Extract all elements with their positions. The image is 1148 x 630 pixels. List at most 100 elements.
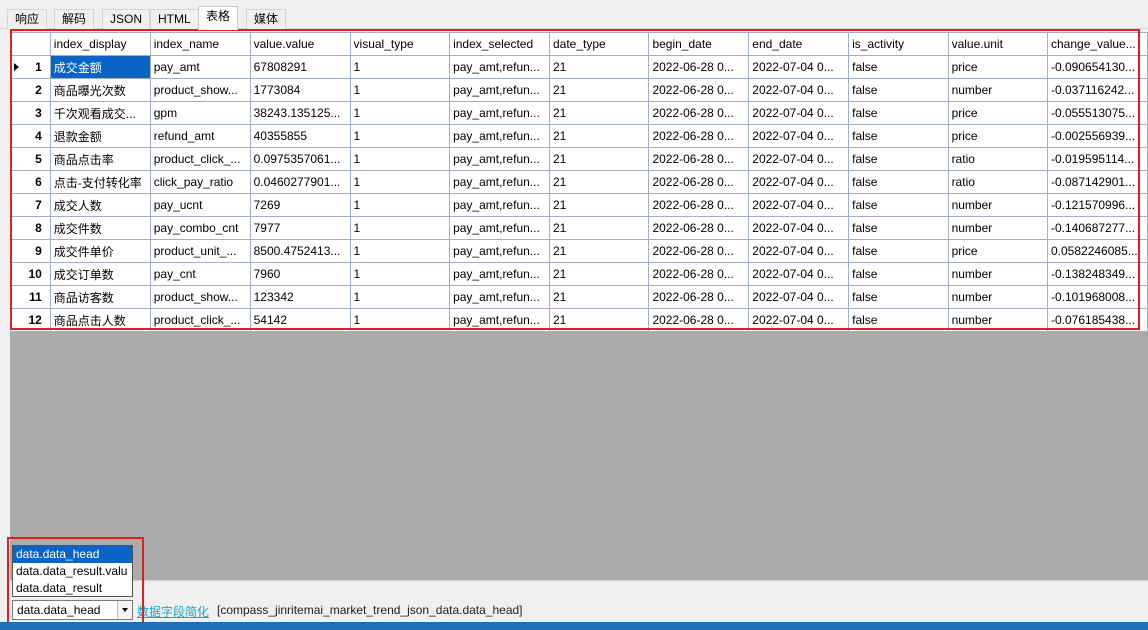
table-cell[interactable]: 2022-06-28 0... (648, 78, 750, 102)
table-cell[interactable]: click_pay_ratio (149, 170, 251, 194)
table-cell[interactable]: false (848, 308, 949, 332)
table-cell[interactable]: 千次观看成交... (49, 101, 151, 125)
table-cell[interactable]: false (848, 262, 949, 286)
table-cell[interactable]: 2022-07-04 0... (748, 78, 850, 102)
table-cell[interactable]: 0.0582246085... (1047, 239, 1148, 263)
table-cell[interactable]: false (848, 147, 949, 171)
table-cell[interactable]: pay_amt,refun... (449, 101, 550, 125)
column-header[interactable]: change_value... (1047, 32, 1148, 56)
dropdown-option[interactable]: data.data_result.valu (13, 563, 132, 580)
table-cell[interactable]: 2022-06-28 0... (648, 239, 750, 263)
row-header[interactable]: 3 (10, 101, 51, 125)
row-header[interactable]: 6 (10, 170, 51, 194)
table-row[interactable]: 6 点击-支付转化率 click_pay_ratio 0.0460277901... 1… (10, 170, 1148, 194)
table-cell[interactable]: 2022-06-28 0... (648, 285, 750, 309)
column-header[interactable]: visual_type (349, 32, 451, 56)
table-cell[interactable]: 2022-07-04 0... (748, 262, 850, 286)
table-cell[interactable]: 8500.4752413... (249, 239, 351, 263)
row-header[interactable]: 12 (10, 308, 51, 332)
table-cell[interactable]: -0.002556939... (1047, 124, 1148, 148)
table-row[interactable]: 9 成交件单价 product_unit_... 8500.4752413... 1 pa… (10, 239, 1148, 263)
table-cell[interactable]: 商品点击人数 (49, 308, 151, 332)
table-cell[interactable]: ratio (947, 147, 1049, 171)
table-cell[interactable]: -0.121570996... (1047, 193, 1148, 217)
tab-response[interactable]: 响应 (7, 9, 48, 29)
table-cell[interactable]: 1 (349, 55, 451, 79)
table-cell[interactable]: 7977 (249, 216, 351, 240)
table-cell[interactable]: product_show... (149, 285, 251, 309)
table-cell[interactable]: ratio (947, 170, 1049, 194)
table-cell[interactable]: number (947, 285, 1049, 309)
dropdown-option[interactable]: data.data_head (13, 546, 132, 563)
data-path-dropdown[interactable]: data.data_head data.data_result.valu dat… (12, 545, 133, 597)
table-cell[interactable]: false (848, 55, 949, 79)
table-cell[interactable]: 21 (548, 285, 650, 309)
column-header[interactable]: index_selected (449, 32, 550, 56)
table-cell[interactable]: 2022-06-28 0... (648, 101, 750, 125)
column-header[interactable]: index_display (49, 32, 151, 56)
table-row[interactable]: 1 成交金额 pay_amt 67808291 1 pay_amt,refun... 21 2… (10, 55, 1148, 79)
table-cell[interactable]: false (848, 170, 949, 194)
table-cell[interactable]: 1 (349, 170, 451, 194)
table-cell[interactable]: 21 (548, 147, 650, 171)
table-cell[interactable]: 2022-06-28 0... (648, 216, 750, 240)
column-header[interactable]: value.value (249, 32, 351, 56)
table-cell[interactable]: 1 (349, 216, 451, 240)
table-cell[interactable]: false (848, 124, 949, 148)
column-header[interactable]: end_date (748, 32, 850, 56)
row-header[interactable]: 7 (10, 193, 51, 217)
table-cell[interactable]: false (848, 285, 949, 309)
row-header[interactable]: 5 (10, 147, 51, 171)
table-cell[interactable]: 2022-07-04 0... (748, 170, 850, 194)
data-path-select-button[interactable] (117, 601, 132, 619)
data-grid[interactable]: index_display index_name value.value visual… (10, 32, 1148, 332)
table-row[interactable]: 10 成交订单数 pay_cnt 7960 1 pay_amt,refun... 21 202… (10, 262, 1148, 286)
table-cell[interactable]: pay_amt,refun... (449, 285, 550, 309)
table-cell[interactable]: 54142 (249, 308, 351, 332)
table-cell[interactable]: 1 (349, 101, 451, 125)
column-header[interactable]: begin_date (648, 32, 750, 56)
table-cell[interactable]: 40355855 (249, 124, 351, 148)
table-cell[interactable]: false (848, 193, 949, 217)
table-cell[interactable]: 2022-06-28 0... (648, 170, 750, 194)
table-cell[interactable]: 成交人数 (49, 193, 151, 217)
table-cell[interactable]: 1 (349, 239, 451, 263)
table-cell[interactable]: 1 (349, 308, 451, 332)
table-cell[interactable]: 成交金额 (49, 55, 151, 79)
data-path-select[interactable]: data.data_head (12, 600, 133, 620)
row-header[interactable]: 4 (10, 124, 51, 148)
tab-table[interactable]: 表格 (198, 6, 239, 30)
table-cell[interactable]: 2022-07-04 0... (748, 308, 850, 332)
table-cell[interactable]: 123342 (249, 285, 351, 309)
table-cell[interactable]: 21 (548, 262, 650, 286)
table-cell[interactable]: pay_amt,refun... (449, 55, 550, 79)
table-cell[interactable]: -0.138248349... (1047, 262, 1148, 286)
table-cell[interactable]: number (947, 78, 1049, 102)
data-grid-area[interactable]: index_display index_name value.value visual… (10, 32, 1148, 580)
table-cell[interactable]: false (848, 78, 949, 102)
table-row[interactable]: 5 商品点击率 product_click_... 0.0975357061... 1 p… (10, 147, 1148, 171)
table-cell[interactable]: 成交件单价 (49, 239, 151, 263)
table-cell[interactable]: pay_cnt (149, 262, 251, 286)
row-header[interactable]: 1 (10, 55, 51, 79)
table-cell[interactable]: price (947, 124, 1049, 148)
table-cell[interactable]: 21 (548, 124, 650, 148)
table-cell[interactable]: product_click_... (149, 147, 251, 171)
table-cell[interactable]: 0.0975357061... (249, 147, 351, 171)
corner-header-cell[interactable] (10, 32, 51, 56)
table-cell[interactable]: 1 (349, 262, 451, 286)
table-cell[interactable]: 2022-07-04 0... (748, 124, 850, 148)
table-cell[interactable]: 7960 (249, 262, 351, 286)
table-cell[interactable]: false (848, 239, 949, 263)
column-header[interactable]: value.unit (947, 32, 1049, 56)
table-cell[interactable]: 2022-07-04 0... (748, 239, 850, 263)
table-cell[interactable]: price (947, 55, 1049, 79)
table-cell[interactable]: 退款金额 (49, 124, 151, 148)
table-row[interactable]: 11 商品访客数 product_show... 123342 1 pay_amt,ref… (10, 285, 1148, 309)
table-cell[interactable]: pay_ucnt (149, 193, 251, 217)
tab-json[interactable]: JSON (102, 9, 151, 29)
table-cell[interactable]: 1 (349, 193, 451, 217)
table-cell[interactable]: 2022-06-28 0... (648, 262, 750, 286)
table-cell[interactable]: 1 (349, 78, 451, 102)
table-cell[interactable]: 21 (548, 216, 650, 240)
